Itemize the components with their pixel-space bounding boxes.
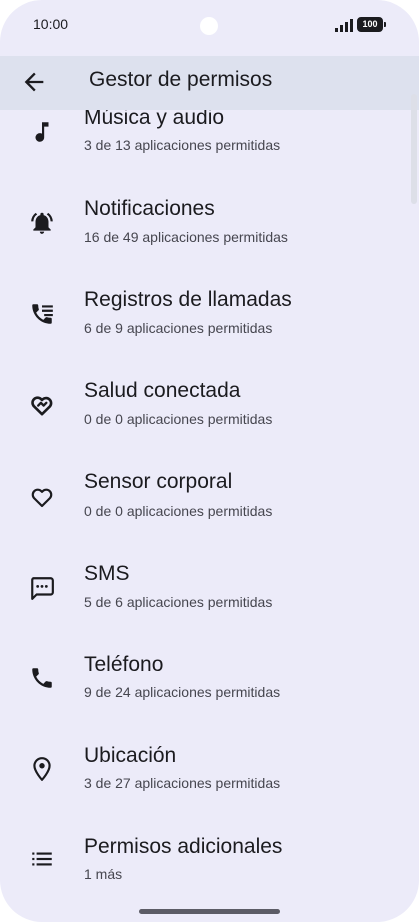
permission-label: Permisos adicionales (84, 835, 283, 858)
phone-screen: 10:00 100 Gestor de permisos Música y au… (0, 0, 419, 922)
phone-icon (32, 668, 52, 688)
location-pin-icon (33, 757, 51, 781)
permission-item-body-sensors[interactable]: Sensor corporal 0 de 0 aplicaciones perm… (0, 470, 419, 552)
status-bar: 10:00 100 (0, 0, 419, 56)
notification-bell-icon (31, 212, 53, 234)
health-connect-icon (31, 396, 53, 416)
permission-item-notifications[interactable]: Notificaciones 16 de 49 aplicaciones per… (0, 197, 419, 278)
permission-item-call-logs[interactable]: Registros de llamadas 6 de 9 aplicacione… (0, 288, 419, 369)
permission-label: Salud conectada (84, 379, 241, 402)
permission-sub: 6 de 9 aplicaciones permitidas (84, 320, 273, 336)
permission-sub: 1 más (84, 866, 123, 882)
permission-sub: 5 de 6 aplicaciones permitidas (84, 594, 273, 610)
permissions-list: Música y audio 3 de 13 aplicaciones perm… (0, 110, 419, 890)
permission-item-music-audio[interactable]: Música y audio 3 de 13 aplicaciones perm… (0, 110, 419, 188)
gesture-handle[interactable] (139, 909, 280, 914)
permission-label: Ubicación (84, 744, 177, 767)
camera-cutout (200, 17, 218, 35)
permission-sub: 0 de 0 aplicaciones permitidas (84, 411, 273, 427)
permission-label: Música y audio (84, 110, 225, 129)
permission-sub: 0 de 0 aplicaciones permitidas (84, 503, 273, 519)
permission-sub: 3 de 13 aplicaciones permitidas (84, 137, 281, 153)
permission-item-sms[interactable]: SMS 5 de 6 aplicaciones permitidas (0, 562, 419, 643)
status-time: 10:00 (33, 16, 69, 32)
scrollbar[interactable] (411, 94, 417, 204)
permission-label: Notificaciones (84, 197, 215, 220)
permission-item-additional[interactable]: Permisos adicionales 1 más (0, 835, 419, 890)
signal-icon (335, 19, 353, 32)
permission-item-phone[interactable]: Teléfono 9 de 24 aplicaciones permitidas (0, 653, 419, 733)
permission-sub: 16 de 49 aplicaciones permitidas (84, 229, 288, 245)
heart-icon (31, 488, 53, 508)
battery-icon: 100 (357, 17, 386, 32)
permission-item-health-connect[interactable]: Salud conectada 0 de 0 aplicaciones perm… (0, 379, 419, 460)
permission-label: Teléfono (84, 653, 164, 676)
permission-sub: 9 de 24 aplicaciones permitidas (84, 684, 281, 700)
permission-label: SMS (84, 562, 130, 585)
permission-label: Registros de llamadas (84, 288, 292, 311)
app-bar: Gestor de permisos (0, 56, 419, 110)
list-icon (32, 852, 52, 866)
page-title: Gestor de permisos (89, 68, 273, 91)
call-log-icon (32, 304, 53, 324)
permission-sub: 3 de 27 aplicaciones permitidas (84, 775, 281, 791)
back-arrow-icon[interactable] (20, 68, 48, 96)
music-note-icon (35, 122, 49, 142)
permission-item-location[interactable]: Ubicación 3 de 27 aplicaciones permitida… (0, 744, 419, 824)
permission-label: Sensor corporal (84, 470, 233, 493)
sms-icon (31, 577, 54, 600)
